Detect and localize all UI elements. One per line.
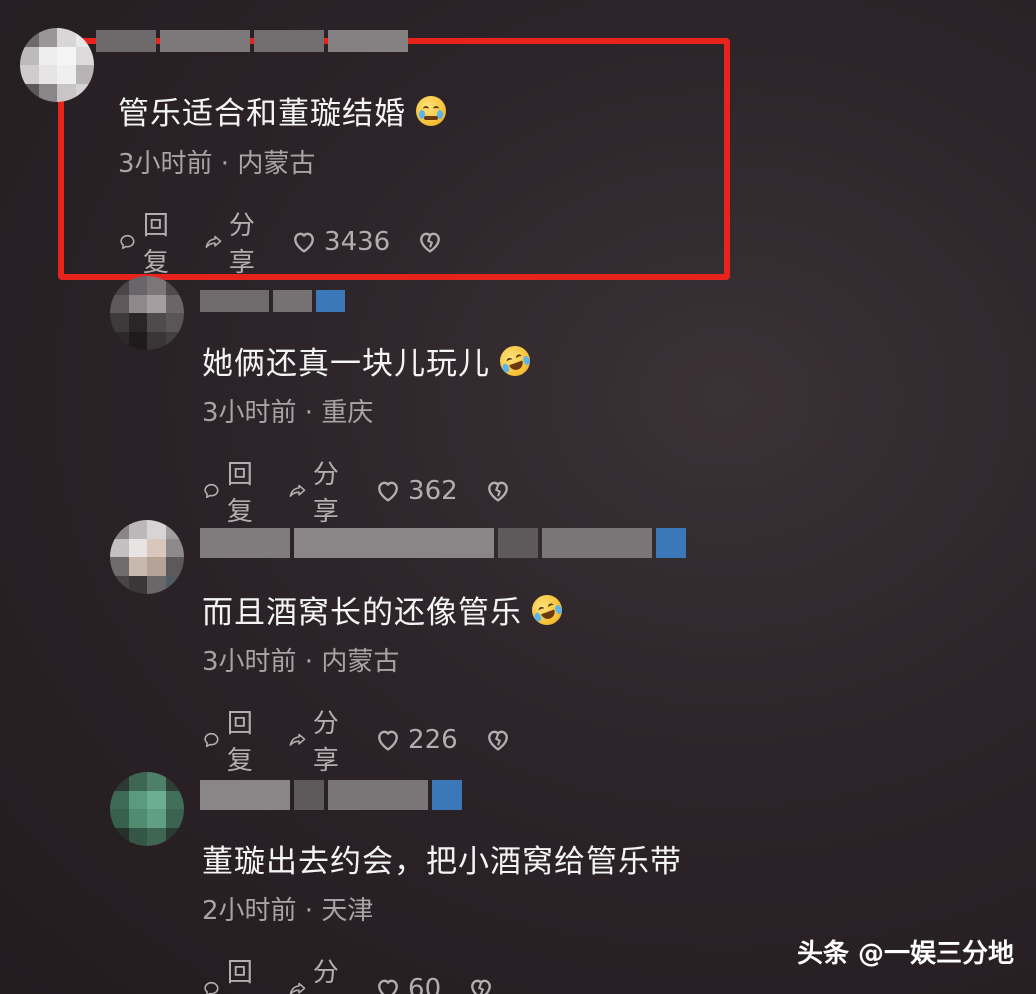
reply-label: 回复: [142, 211, 169, 278]
username[interactable]: [200, 290, 345, 312]
comment-text-content: 管乐适合和董璇结婚: [118, 96, 406, 132]
username[interactable]: [200, 780, 472, 810]
comment-text: 她俩还真一块儿玩儿: [202, 338, 535, 383]
comment-meta: 2小时前 · 天津: [202, 896, 374, 926]
comment-actions: 回复 分享 60: [202, 952, 521, 994]
comment-meta: 3小时前 · 重庆: [202, 398, 374, 428]
reply-button[interactable]: 回复: [202, 703, 262, 777]
reply-label: 回复: [226, 958, 253, 988]
username[interactable]: [96, 30, 416, 52]
like-count: 60: [408, 974, 442, 994]
heart-icon: [378, 730, 398, 751]
reply-button[interactable]: 回复: [202, 454, 262, 528]
heart-icon: [378, 979, 398, 994]
share-button[interactable]: 分享: [204, 205, 264, 279]
broken-heart-icon: [487, 730, 508, 751]
dislike-button[interactable]: [416, 228, 444, 256]
chat-bubble-icon: [120, 234, 135, 250]
like-button[interactable]: 226: [374, 725, 458, 755]
share-arrow-icon: [289, 484, 306, 497]
rolling-laughing-emoji: [527, 590, 567, 629]
comment-text-content: 她俩还真一块儿玩儿: [202, 346, 490, 382]
reply-button[interactable]: 回复: [118, 205, 178, 279]
share-label: 分享: [228, 211, 255, 278]
share-button[interactable]: 分享: [288, 454, 348, 528]
comment-text: 管乐适合和董璇结婚: [118, 88, 446, 133]
reply-label: 回复: [226, 709, 253, 776]
comment-meta: 3小时前 · 内蒙古: [118, 149, 316, 179]
avatar[interactable]: [110, 276, 184, 350]
comment-text-content: 而且酒窝长的还像管乐: [202, 595, 522, 631]
chat-bubble-icon: [204, 981, 219, 994]
like-button[interactable]: 60: [374, 974, 441, 994]
dislike-button[interactable]: [467, 975, 495, 994]
share-button[interactable]: 分享: [288, 703, 348, 777]
heart-icon: [378, 481, 398, 502]
comment-actions: 回复 分享 226: [202, 703, 538, 777]
reply-label: 回复: [226, 460, 253, 527]
dislike-button[interactable]: [484, 477, 512, 505]
like-count: 226: [408, 725, 458, 755]
comment-actions: 回复 分享 362: [202, 454, 538, 528]
comment-text: 而且酒窝长的还像管乐: [202, 587, 567, 632]
share-arrow-icon: [205, 235, 222, 248]
share-label: 分享: [312, 958, 339, 988]
pleading-face-emoji: [416, 95, 446, 126]
share-label: 分享: [312, 460, 339, 527]
watermark: 头条 @一娱三分地: [796, 939, 1014, 969]
chat-bubble-icon: [204, 483, 219, 499]
rolling-laughing-emoji: [495, 341, 535, 380]
heart-icon: [294, 232, 314, 253]
like-button[interactable]: 362: [374, 476, 458, 506]
broken-heart-icon: [471, 979, 492, 994]
chat-bubble-icon: [204, 732, 219, 748]
dislike-button[interactable]: [484, 726, 512, 754]
share-button[interactable]: 分享: [288, 952, 348, 994]
avatar[interactable]: [20, 28, 94, 102]
like-button[interactable]: 3436: [290, 227, 390, 257]
avatar[interactable]: [110, 772, 184, 846]
reply-button[interactable]: 回复: [202, 952, 262, 994]
comment-text-content: 董璇出去约会，把小酒窝给管乐带: [202, 844, 682, 880]
comment-text: 董璇出去约会，把小酒窝给管乐带: [202, 836, 682, 881]
avatar[interactable]: [110, 520, 184, 594]
share-arrow-icon: [289, 982, 306, 994]
username[interactable]: [200, 528, 706, 558]
like-count: 362: [408, 476, 458, 506]
like-count: 3436: [324, 227, 391, 257]
broken-heart-icon: [487, 481, 508, 502]
comment-meta: 3小时前 · 内蒙古: [202, 647, 400, 677]
share-arrow-icon: [289, 733, 306, 746]
broken-heart-icon: [420, 232, 441, 253]
share-label: 分享: [312, 709, 339, 776]
comment-actions: 回复 分享 3436: [118, 205, 470, 279]
